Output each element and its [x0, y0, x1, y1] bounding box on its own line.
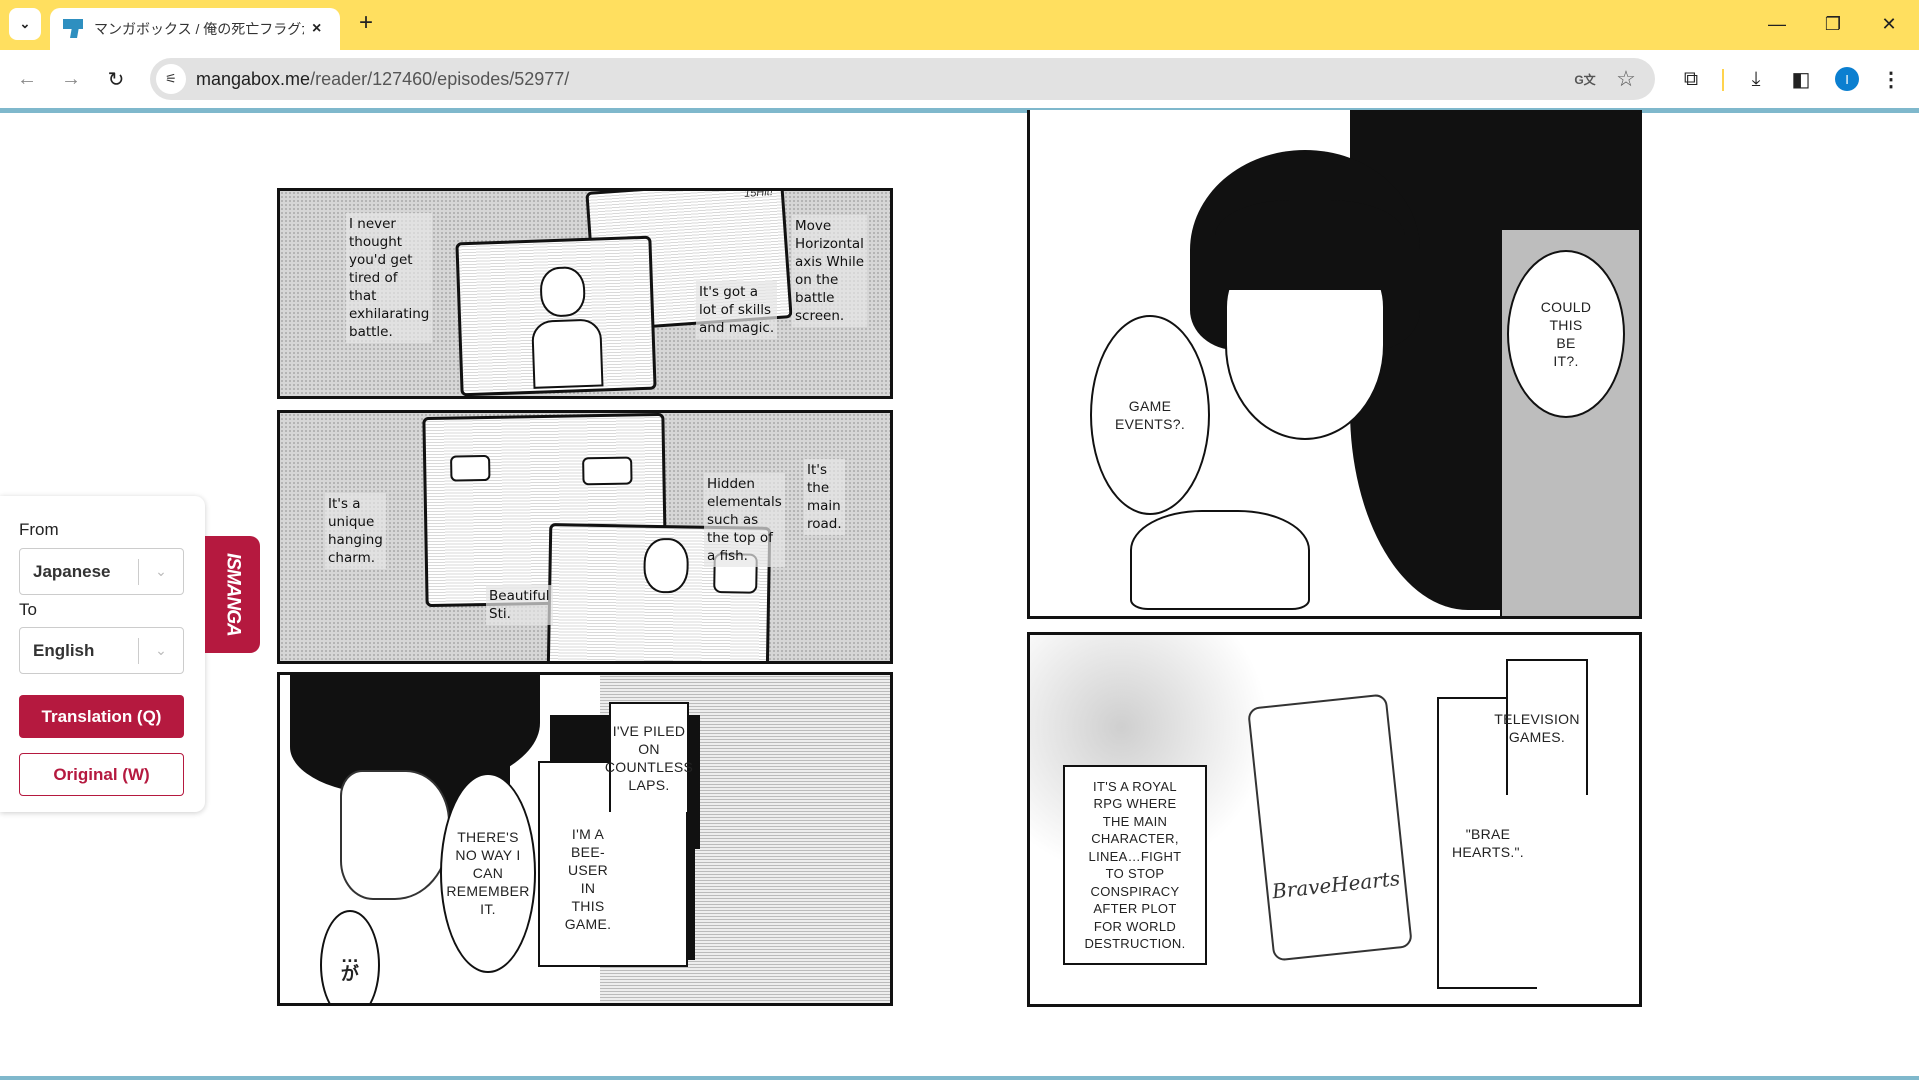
profile-button[interactable]: I	[1832, 64, 1862, 94]
chevron-down-icon: ⌄	[19, 16, 31, 31]
translator-panel: From Japanese ⌄ To English ⌄ Translation…	[0, 496, 205, 812]
bubble-text: GAME EVENTS?.	[1114, 398, 1186, 432]
url-path: /reader/127460/episodes/52977/	[310, 68, 570, 89]
narration-box: I'VE PILED ON COUNTLESS LAPS.	[605, 702, 693, 812]
empty-bubble	[582, 456, 633, 486]
from-language-value: Japanese	[33, 561, 111, 581]
forward-button[interactable]: →	[56, 64, 86, 94]
to-label: To	[19, 600, 37, 619]
game-box-illustration: BraveHearts	[1247, 693, 1413, 962]
chrome-menu-icon[interactable]: ⋮	[1876, 64, 1906, 94]
box-text: I'VE PILED ON COUNTLESS LAPS.	[604, 723, 694, 793]
manga-panel: THERE'S NO WAY I CAN REMEMBER IT. I'M A …	[277, 672, 893, 1006]
narration-box: TELEVISION GAMES.	[1494, 659, 1588, 795]
translate-icon[interactable]: G文	[1570, 64, 1600, 94]
manga-page-right[interactable]: GAME EVENTS?. COULD THIS BE IT?. IT'S A …	[1027, 110, 1642, 1033]
character-hand	[1130, 510, 1310, 610]
extensions-icon[interactable]: ⧉	[1676, 64, 1706, 94]
translated-caption: Beautiful Sti.	[486, 585, 553, 625]
close-window-button[interactable]: ✕	[1864, 8, 1914, 40]
speech-bubble: COULD THIS BE IT?.	[1507, 250, 1625, 418]
to-language-value: English	[33, 640, 95, 660]
tab-search-button[interactable]: ⌄	[9, 8, 41, 40]
reader-footer-line	[0, 1076, 1919, 1080]
translated-caption: Hidden elementals such as the top of a f…	[704, 473, 785, 567]
tab-close-icon[interactable]: ×	[312, 20, 321, 38]
box-text: TELEVISION GAMES.	[1494, 711, 1580, 745]
character-face	[340, 770, 450, 900]
tune-icon: ⚟	[165, 71, 177, 86]
bubble-text: COULD THIS BE IT?.	[1540, 299, 1592, 369]
ismanga-logo: ISMANGA	[222, 553, 244, 636]
chevron-down-icon: ⌄	[155, 642, 167, 658]
minimize-button[interactable]: —	[1752, 8, 1802, 40]
browser-toolbar: ← → ↻ ⚟ mangabox.me/reader/127460/episod…	[0, 50, 1919, 108]
speech-bubble: THERE'S NO WAY I CAN REMEMBER IT.	[440, 773, 536, 973]
manga-panel: It's a unique hanging charm. Beautiful S…	[277, 410, 893, 664]
url-host: mangabox.me	[196, 68, 311, 89]
translated-caption: I never thought you'd get tired of that …	[346, 213, 433, 343]
from-label: From	[19, 520, 59, 539]
speech-bubble: GAME EVENTS?.	[1090, 315, 1210, 515]
manga-panel: 15Hit! I never thought you'd get tired o…	[277, 188, 893, 399]
download-icon[interactable]: ⤓	[1741, 64, 1771, 94]
translated-caption: It's got a lot of skills and magic.	[696, 281, 778, 339]
url-text[interactable]: mangabox.me/reader/127460/episodes/52977…	[196, 69, 569, 90]
manga-page-left[interactable]: 15Hit! I never thought you'd get tired o…	[277, 113, 893, 1033]
original-button[interactable]: Original (W)	[19, 753, 184, 796]
reload-button[interactable]: ↻	[101, 64, 131, 94]
narration-box: IT'S A ROYAL RPG WHERE THE MAIN CHARACTE…	[1063, 765, 1207, 965]
empty-bubble	[450, 454, 491, 482]
toolbar-divider	[1722, 69, 1724, 91]
box-text: I'M A BEE- USER IN THIS GAME.	[564, 826, 612, 932]
bubble-text: … が	[340, 946, 360, 984]
character-armor	[531, 318, 604, 389]
to-language-select[interactable]: English ⌄	[19, 627, 184, 674]
game-screen-illustration	[455, 235, 657, 396]
manga-panel: GAME EVENTS?. COULD THIS BE IT?.	[1027, 110, 1642, 619]
character-head	[643, 537, 690, 594]
browser-tab-active[interactable]: マンガボックス / 俺の死亡フラグが留 ×	[50, 8, 340, 50]
avatar: I	[1835, 67, 1859, 91]
manga-panel: IT'S A ROYAL RPG WHERE THE MAIN CHARACTE…	[1027, 632, 1642, 1007]
translated-caption: It's the main road.	[804, 459, 845, 535]
translated-caption: It's a unique hanging charm.	[325, 493, 386, 569]
character-head	[539, 265, 587, 318]
from-language-select[interactable]: Japanese ⌄	[19, 548, 184, 595]
box-text: "BRAE HEARTS.".	[1452, 826, 1524, 860]
tab-title: マンガボックス / 俺の死亡フラグが留	[94, 21, 304, 37]
mangabox-favicon-icon	[63, 19, 83, 39]
translated-caption: Move Horizontal axis While on the battle…	[792, 215, 868, 327]
chevron-down-icon: ⌄	[155, 563, 167, 579]
game-logo: BraveHearts	[1270, 866, 1402, 904]
sfx-text: 15Hit!	[743, 188, 774, 200]
side-panel-icon[interactable]: ◧	[1786, 64, 1816, 94]
tab-strip: ⌄ マンガボックス / 俺の死亡フラグが留 × + — ❐ ✕	[0, 0, 1919, 50]
site-info-button[interactable]: ⚟	[156, 64, 186, 94]
new-tab-button[interactable]: +	[352, 10, 380, 38]
translation-button[interactable]: Translation (Q)	[19, 695, 184, 738]
bubble-text: THERE'S NO WAY I CAN REMEMBER IT.	[446, 829, 530, 917]
ismanga-toggle-tab[interactable]: ISMANGA	[205, 536, 260, 653]
back-button[interactable]: ←	[12, 64, 42, 94]
maximize-button[interactable]: ❐	[1808, 8, 1858, 40]
bookmark-star-icon[interactable]: ☆	[1611, 64, 1641, 94]
address-bar[interactable]: ⚟ mangabox.me/reader/127460/episodes/529…	[150, 58, 1655, 100]
box-text: IT'S A ROYAL RPG WHERE THE MAIN CHARACTE…	[1084, 778, 1186, 952]
